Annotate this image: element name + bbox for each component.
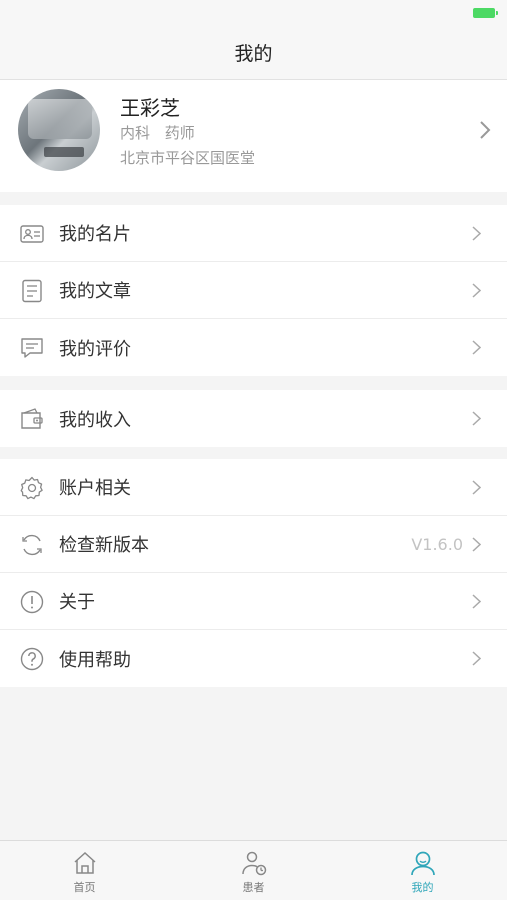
chevron-right-icon: [472, 226, 481, 241]
battery-icon: [473, 8, 498, 18]
tab-patients[interactable]: 患者: [169, 841, 338, 900]
menu-label: 账户相关: [59, 478, 131, 499]
tab-mine[interactable]: 我的: [338, 841, 507, 900]
document-icon: [22, 279, 42, 303]
menu-item-account[interactable]: 账户相关: [0, 459, 507, 516]
help-icon: [20, 647, 44, 671]
menu-item-check-update[interactable]: 检查新版本 V1.6.0: [0, 516, 507, 573]
tab-label: 我的: [411, 881, 434, 894]
menu-group-income: 我的收入: [0, 390, 507, 447]
profile-name: 王彩芝: [120, 96, 180, 120]
menu-label: 我的评价: [59, 338, 131, 360]
gear-icon: [20, 476, 43, 500]
menu-label: 关于: [59, 592, 95, 613]
tab-label: 患者: [242, 881, 265, 894]
chevron-right-icon: [472, 283, 481, 298]
chevron-right-icon: [472, 594, 481, 609]
comment-icon: [21, 338, 43, 358]
home-icon: [73, 851, 96, 874]
menu-group-settings: 账户相关 检查新版本 V1.6.0 关于 使用帮助: [0, 459, 507, 687]
tab-label: 首页: [73, 881, 96, 894]
chevron-right-icon: [480, 121, 491, 139]
menu-item-my-card[interactable]: 我的名片: [0, 205, 507, 262]
avatar: [18, 89, 100, 171]
profile-department: 内科: [120, 124, 151, 142]
menu-label: 使用帮助: [59, 649, 131, 671]
chevron-right-icon: [472, 480, 481, 495]
chevron-right-icon: [472, 340, 481, 355]
chevron-right-icon: [472, 537, 481, 552]
refresh-icon: [22, 534, 42, 556]
profile-role: 药师: [164, 124, 195, 142]
profile-department-role: 内科 药师: [120, 122, 205, 143]
profile-hospital: 北京市平谷区国医堂: [120, 149, 256, 167]
profile-icon: [410, 851, 435, 876]
info-icon: [20, 590, 44, 614]
menu-item-my-articles[interactable]: 我的文章: [0, 262, 507, 319]
id-card-icon: [20, 225, 44, 243]
menu-label: 检查新版本: [59, 535, 149, 556]
wallet-icon: [21, 408, 43, 429]
navigation-bar: 我的: [0, 26, 507, 80]
page-title: 我的: [234, 43, 273, 65]
tab-home[interactable]: 首页: [0, 841, 169, 900]
menu-item-my-reviews[interactable]: 我的评价: [0, 319, 507, 376]
menu-item-about[interactable]: 关于: [0, 573, 507, 630]
menu-group-personal: 我的名片 我的文章 我的评价: [0, 205, 507, 376]
menu-label: 我的文章: [59, 281, 131, 302]
tab-bar: 首页 患者 我的: [0, 840, 507, 900]
menu-item-help[interactable]: 使用帮助: [0, 630, 507, 687]
menu-label: 我的名片: [59, 224, 131, 245]
menu-item-my-income[interactable]: 我的收入: [0, 390, 507, 447]
chevron-right-icon: [472, 651, 481, 666]
menu-label: 我的收入: [59, 409, 131, 431]
status-bar: [0, 0, 507, 26]
version-value: V1.6.0: [411, 534, 463, 554]
chevron-right-icon: [472, 411, 481, 426]
patient-icon: [241, 851, 266, 876]
profile-card[interactable]: 王彩芝 内科 药师 北京市平谷区国医堂: [0, 80, 507, 192]
